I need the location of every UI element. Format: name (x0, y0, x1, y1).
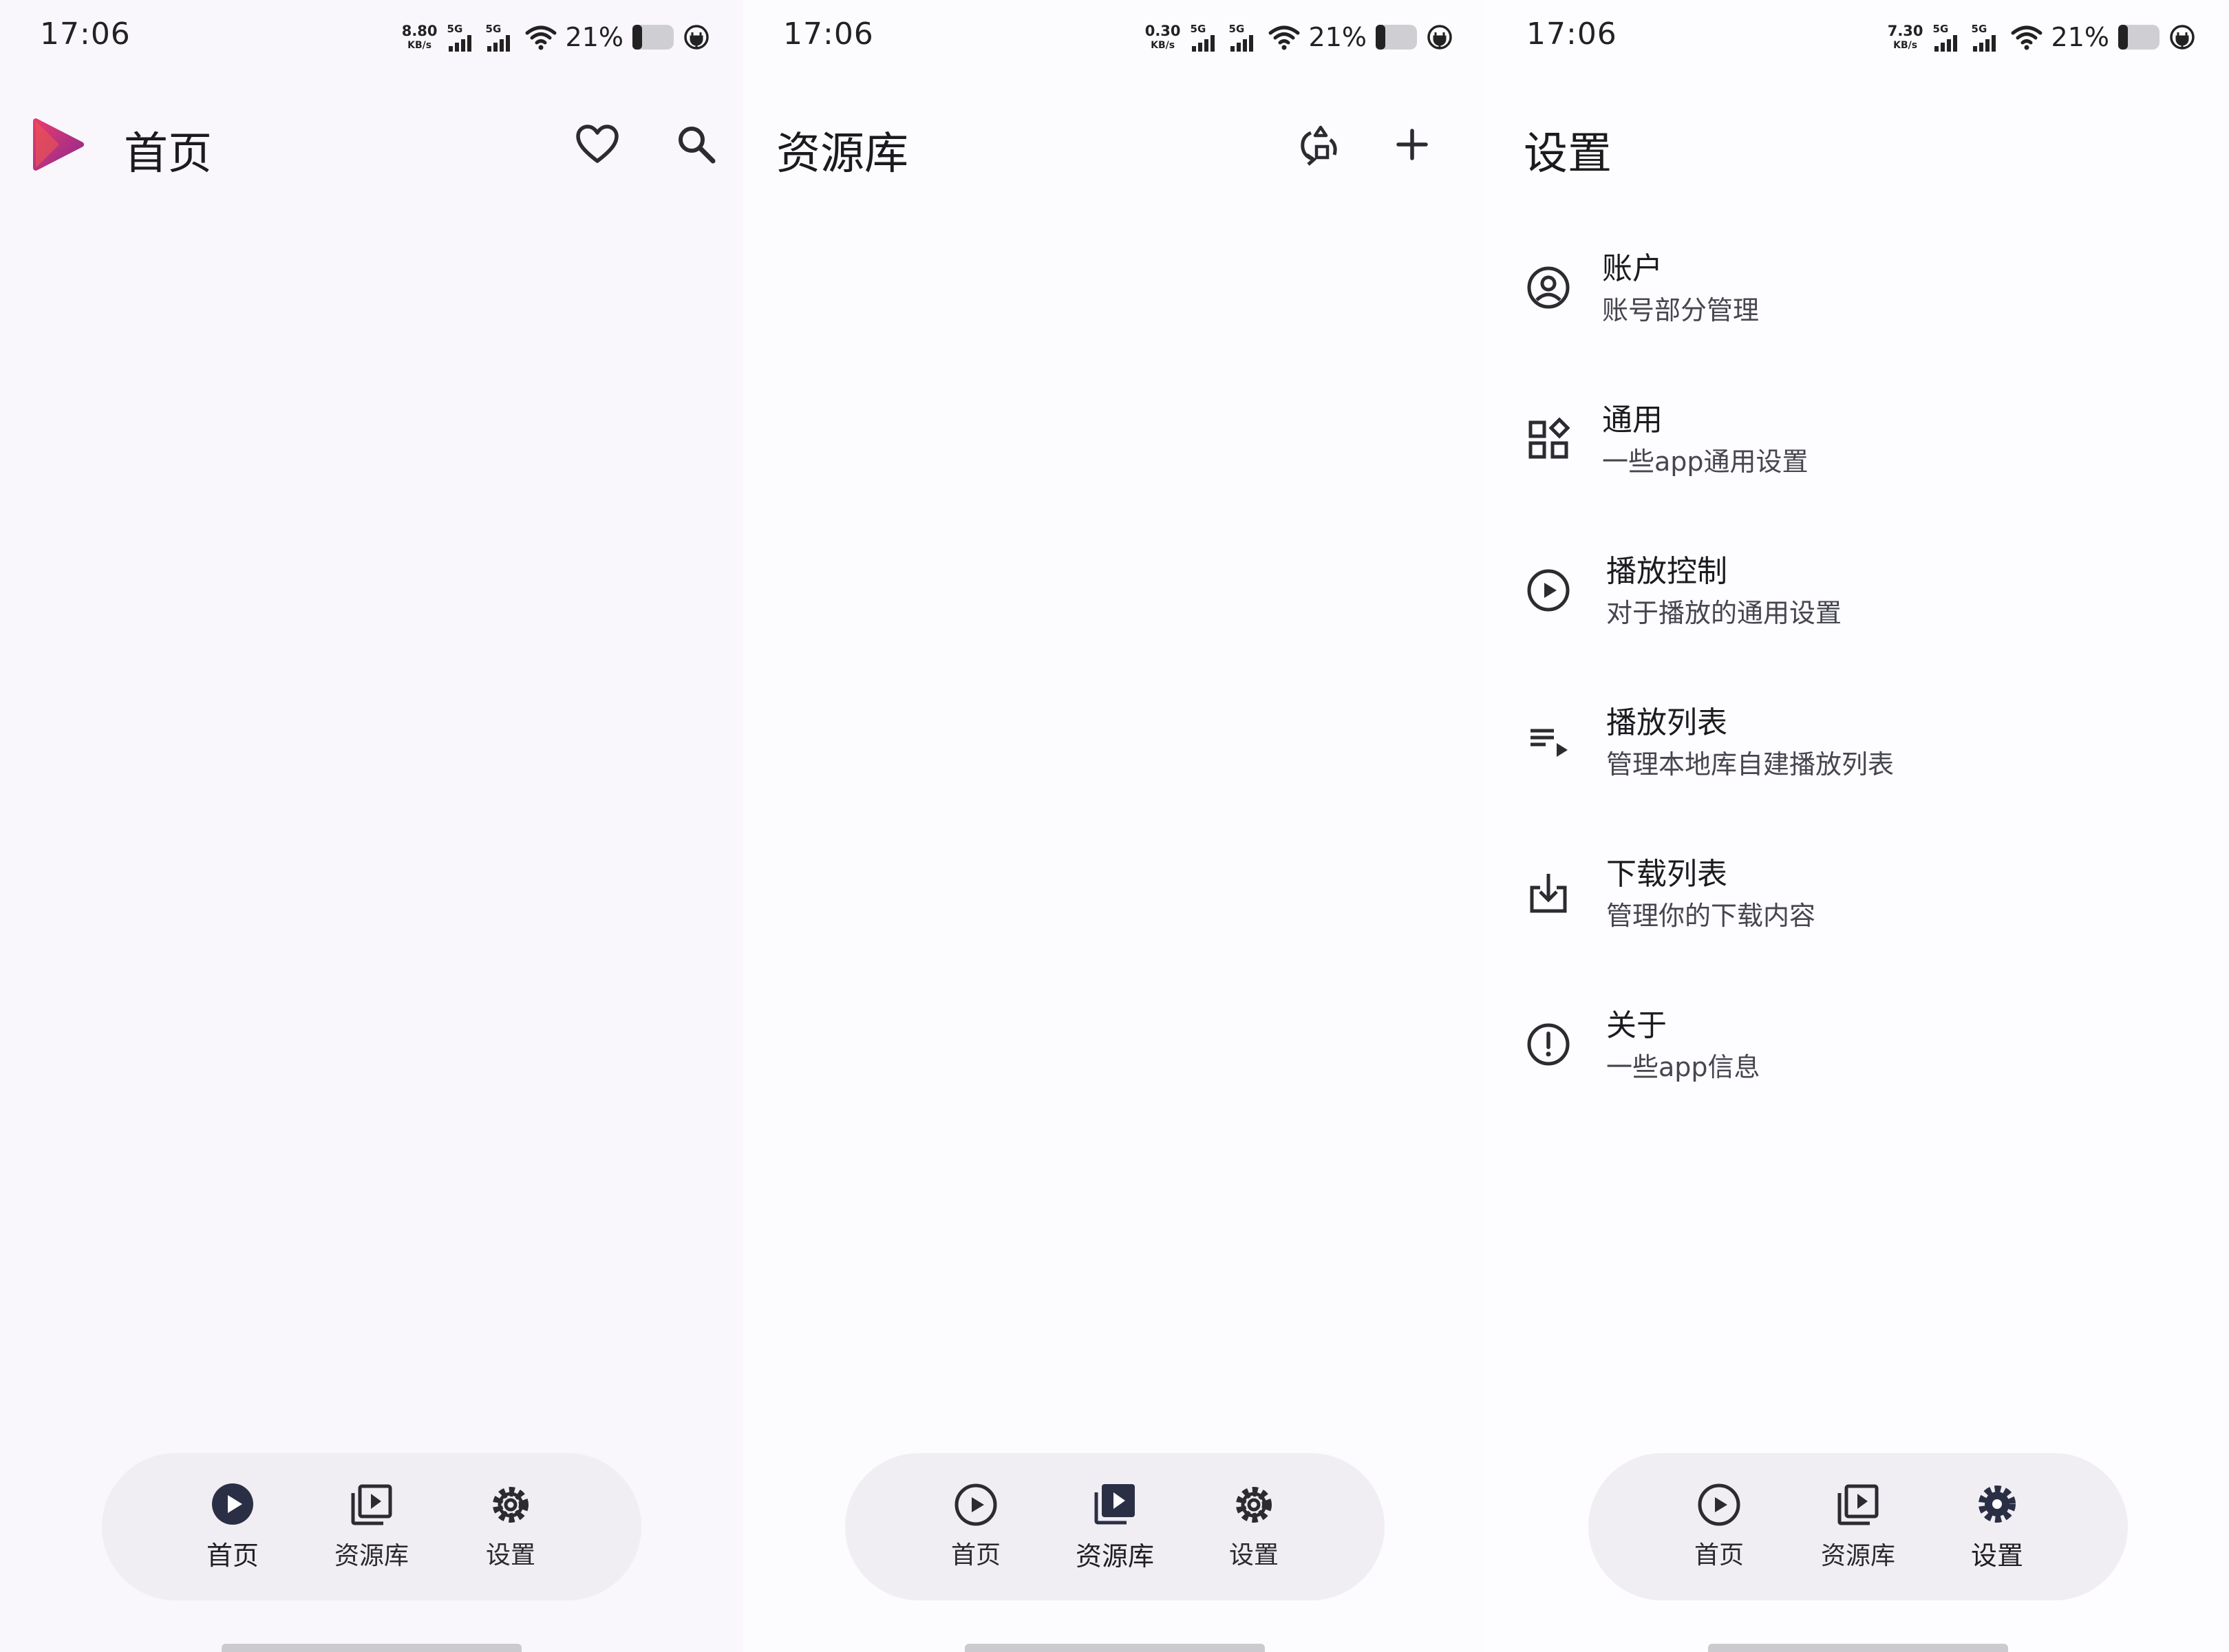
download-icon (1530, 874, 1567, 913)
nav-home[interactable]: 首页 (1657, 1453, 1781, 1600)
settings-item-title: 下载列表 (1606, 857, 1727, 892)
charging-icon (684, 25, 709, 50)
nav-library[interactable]: 资源库 (1796, 1453, 1920, 1600)
gesture-bar (965, 1644, 1265, 1652)
wifi-icon (525, 25, 557, 50)
account-circle-icon (1527, 266, 1570, 309)
settings-item-about[interactable]: 关于 一些app信息 (1486, 991, 2229, 1128)
app-logo-icon (33, 118, 84, 171)
battery-icon (1376, 25, 1417, 50)
settings-item-title: 播放控制 (1606, 554, 1727, 589)
home-screen: 17:06 8.80 KB/s 5G 5G 21% 首页 首页 资源库 设置 (0, 0, 743, 1652)
status-time: 17:06 (1526, 17, 1617, 52)
search-button[interactable] (669, 117, 724, 172)
signal-icon: 5G (1229, 23, 1261, 52)
status-bar: 17:06 0.30 KB/s 5G 5G 21% (743, 0, 1486, 76)
play-circle-outline-icon (954, 1483, 997, 1526)
page-title: 设置 (1524, 129, 1612, 180)
video-library-icon (351, 1484, 392, 1525)
gesture-bar (222, 1644, 522, 1652)
top-app-bar: 首页 (0, 103, 743, 186)
play-circle-filled-icon (212, 1483, 253, 1525)
video-library-filled-icon (1094, 1483, 1135, 1524)
search-icon (679, 127, 716, 164)
bottom-navigation: 首页 资源库 设置 (845, 1453, 1385, 1600)
settings-item-title: 通用 (1602, 403, 1663, 438)
playlist-play-icon (1531, 729, 1568, 757)
network-speed: 8.80 KB/s (401, 23, 438, 51)
settings-item-subtitle: 一些app通用设置 (1602, 447, 1809, 477)
widgets-icon (1528, 417, 1570, 459)
status-time: 17:06 (783, 17, 874, 52)
nav-settings[interactable]: 设置 (1192, 1453, 1316, 1600)
nav-library[interactable]: 资源库 (1053, 1453, 1177, 1600)
charging-icon (2170, 25, 2195, 50)
network-speed: 7.30 KB/s (1887, 23, 1923, 51)
favorite-icon (576, 125, 619, 163)
settings-item-subtitle: 管理本地库自建播放列表 (1606, 749, 1895, 780)
settings-item-title: 关于 (1606, 1008, 1667, 1043)
signal-icon: 5G (1972, 23, 2003, 52)
settings-item-subtitle: 账号部分管理 (1602, 295, 1760, 325)
settings-item-account[interactable]: 账户 账号部分管理 (1486, 234, 2229, 372)
video-library-icon (1837, 1484, 1879, 1525)
favorite-button[interactable] (570, 117, 625, 172)
status-time: 17:06 (40, 17, 131, 52)
battery-percent: 21% (1308, 22, 1367, 52)
info-icon (1527, 1023, 1570, 1066)
settings-gear-outline-icon (1236, 1487, 1272, 1523)
nav-settings[interactable]: 设置 (1935, 1453, 2059, 1600)
sync-icon (1301, 125, 1337, 166)
bottom-navigation: 首页 资源库 设置 (1588, 1453, 2128, 1600)
sync-button[interactable] (1291, 117, 1346, 172)
settings-item-subtitle: 对于播放的通用设置 (1606, 598, 1842, 628)
status-bar: 17:06 7.30 KB/s 5G 5G 21% (1486, 0, 2229, 76)
settings-item-subtitle: 管理你的下载内容 (1606, 901, 1816, 931)
network-speed: 0.30 KB/s (1144, 23, 1181, 51)
settings-item-downloads[interactable]: 下载列表 管理你的下载内容 (1486, 839, 2229, 977)
nav-home[interactable]: 首页 (914, 1453, 1038, 1600)
settings-item-title: 账户 (1602, 251, 1663, 286)
bottom-navigation: 首页 资源库 设置 (102, 1453, 641, 1600)
nav-settings[interactable]: 设置 (449, 1453, 573, 1600)
wifi-icon (1268, 25, 1300, 50)
settings-gear-filled-icon (1979, 1485, 2016, 1523)
signal-icon: 5G (447, 23, 479, 52)
signal-icon: 5G (1933, 23, 1965, 52)
play-circle-outline-icon (1698, 1483, 1740, 1526)
add-icon (1396, 129, 1428, 160)
battery-percent: 21% (2051, 22, 2109, 52)
battery-icon (632, 25, 674, 50)
page-title: 资源库 (776, 129, 908, 180)
settings-item-title: 播放列表 (1606, 705, 1727, 740)
settings-item-subtitle: 一些app信息 (1606, 1052, 1760, 1082)
battery-percent: 21% (565, 22, 623, 52)
status-bar: 17:06 8.80 KB/s 5G 5G 21% (0, 0, 743, 76)
battery-icon (2118, 25, 2159, 50)
settings-item-playlist[interactable]: 播放列表 管理本地库自建播放列表 (1486, 688, 2229, 826)
top-app-bar: 设置 (1486, 103, 2229, 186)
wifi-icon (2011, 25, 2043, 50)
settings-screen: 17:06 7.30 KB/s 5G 5G 21% 设置 账户 账号部分管理 通用… (1486, 0, 2229, 1652)
library-screen: 17:06 0.30 KB/s 5G 5G 21% 资源库 首页 资源库 设置 (743, 0, 1486, 1652)
settings-gear-outline-icon (493, 1487, 529, 1523)
signal-icon: 5G (486, 23, 518, 52)
add-button[interactable] (1385, 117, 1440, 172)
charging-icon (1427, 25, 1452, 50)
settings-item-general[interactable]: 通用 一些app通用设置 (1486, 385, 2229, 523)
signal-icon: 5G (1191, 23, 1222, 52)
settings-item-playback-control[interactable]: 播放控制 对于播放的通用设置 (1486, 537, 2229, 674)
nav-library[interactable]: 资源库 (310, 1453, 434, 1600)
top-app-bar: 资源库 (743, 103, 1486, 186)
gesture-bar (1708, 1644, 2008, 1652)
page-title: 首页 (124, 129, 212, 180)
play-circle-icon (1527, 569, 1570, 612)
nav-home[interactable]: 首页 (171, 1453, 295, 1600)
